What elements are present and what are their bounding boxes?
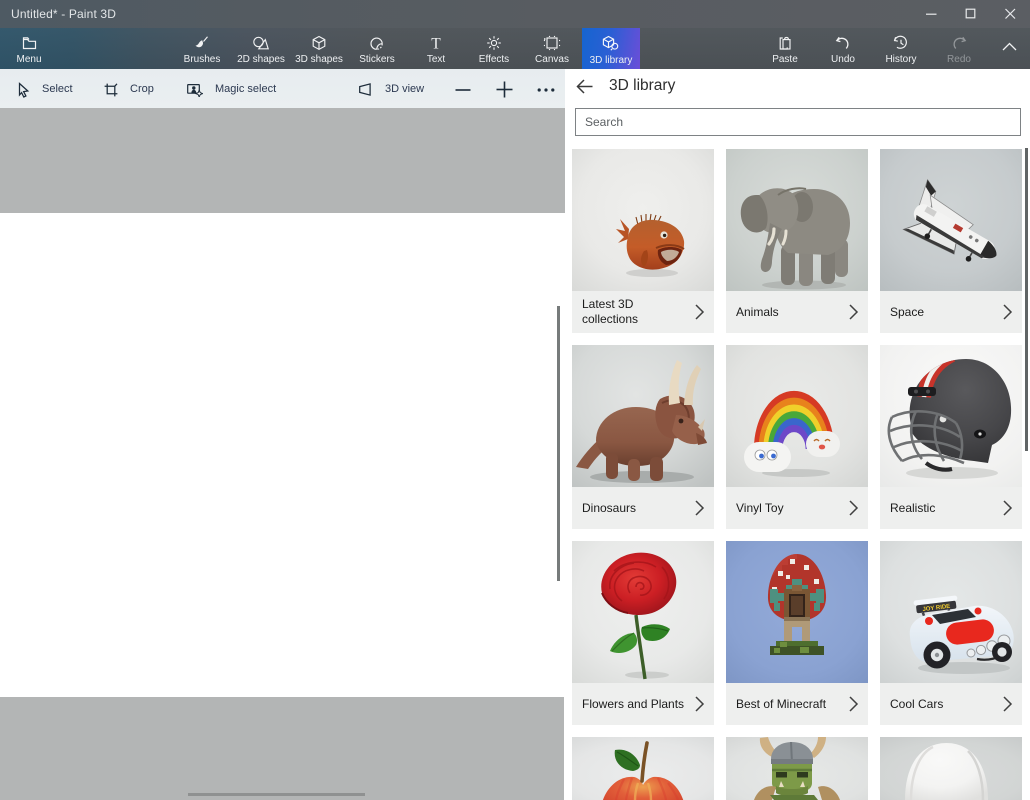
svg-text:T: T	[431, 35, 441, 51]
